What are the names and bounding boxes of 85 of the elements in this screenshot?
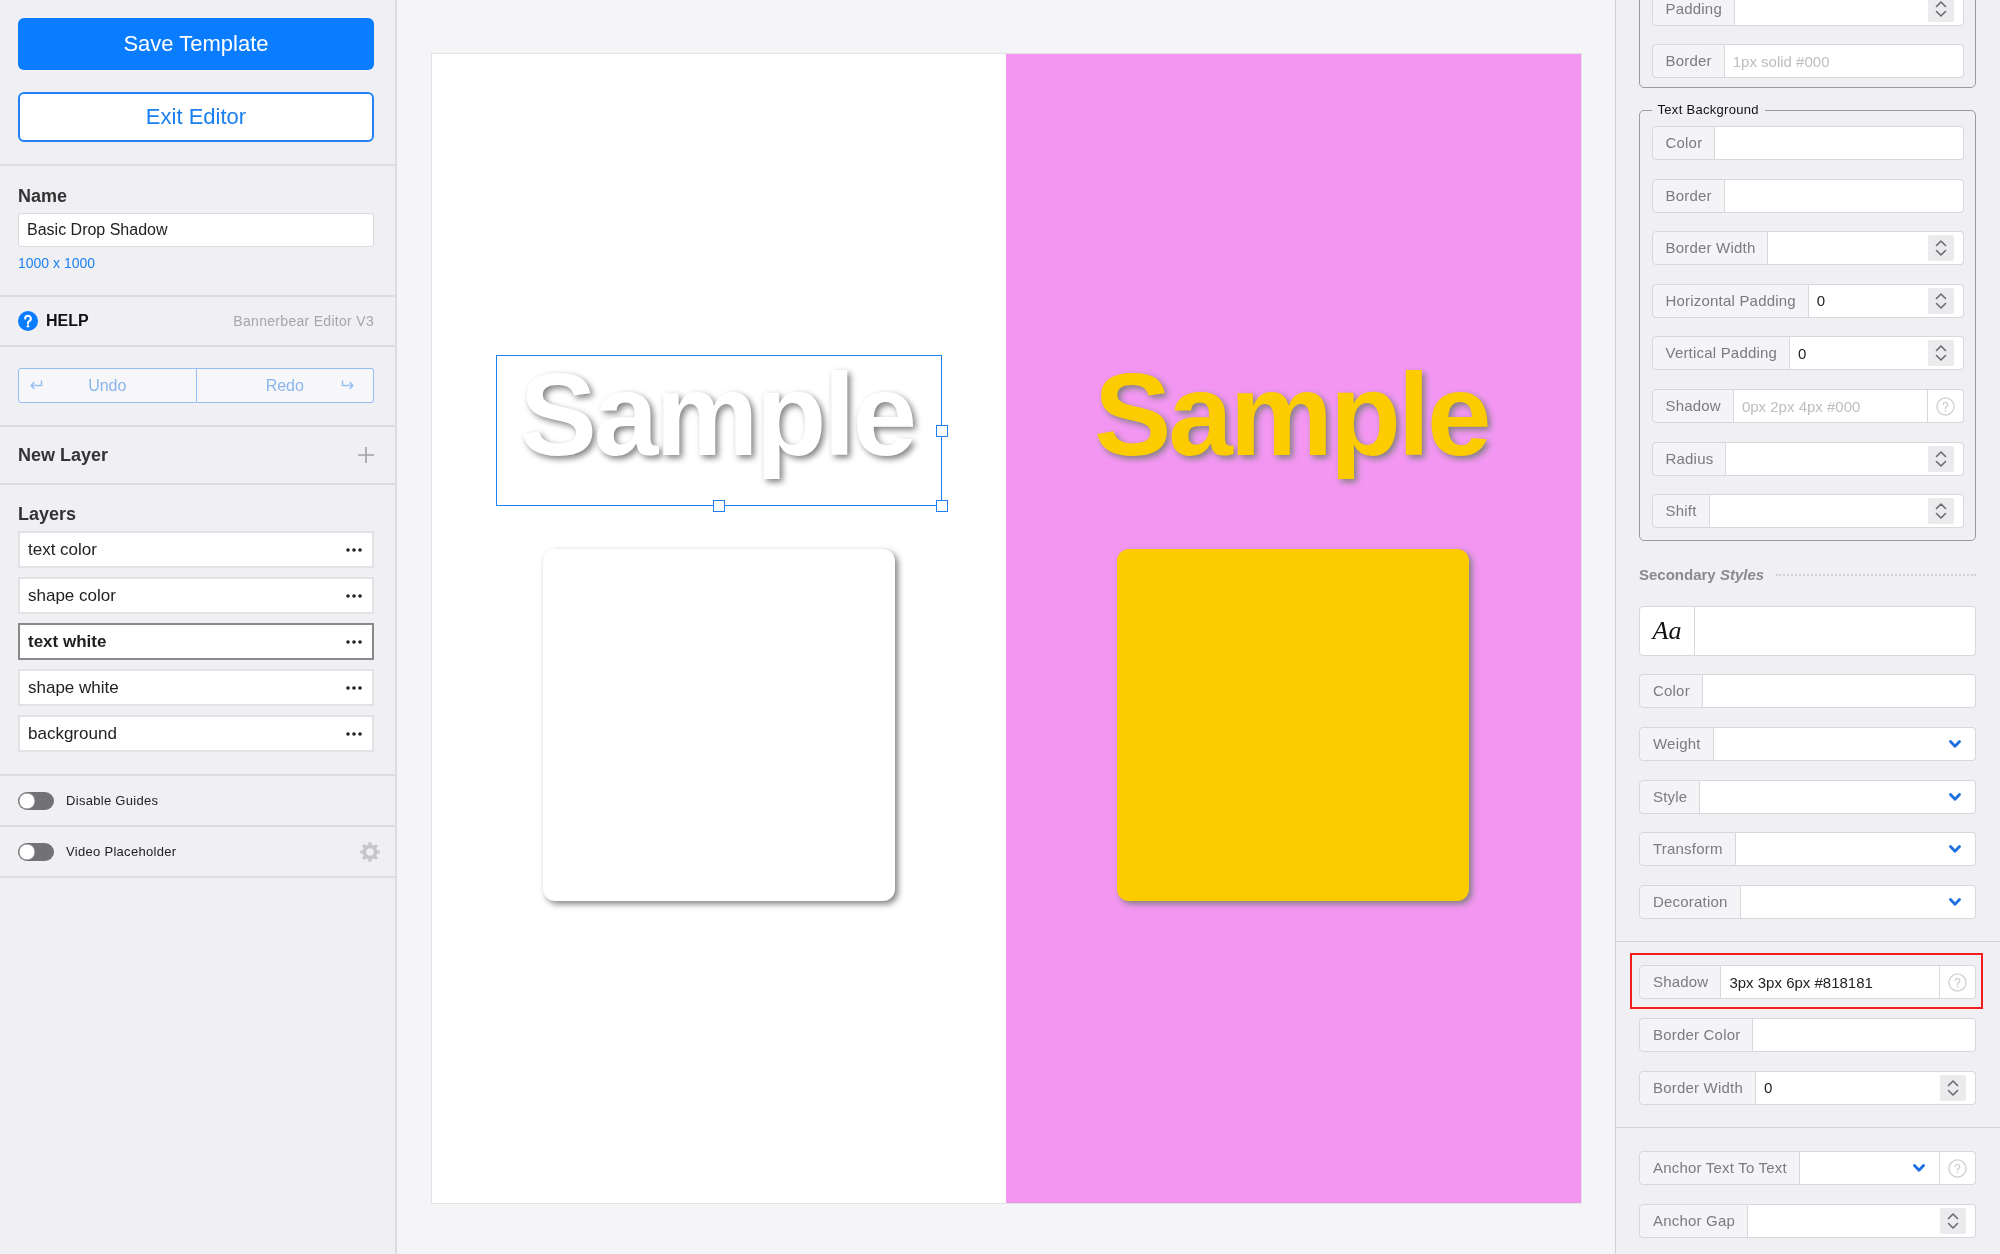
- dropdown[interactable]: [1799, 1151, 1940, 1186]
- text-field[interactable]: [1724, 178, 1964, 213]
- layer-item[interactable]: shape color: [18, 577, 374, 614]
- toggle-label: Video Placeholder: [66, 844, 177, 859]
- section-title: Layers: [18, 503, 78, 525]
- font-select-field[interactable]: [1695, 605, 1976, 656]
- version-label: Bannerbear Editor V3: [233, 313, 374, 329]
- stepper-icon[interactable]: [1927, 235, 1954, 262]
- dropdown[interactable]: [1700, 779, 1976, 814]
- field-label: Shadow: [1639, 965, 1722, 1000]
- more-icon[interactable]: [346, 639, 362, 644]
- text-field[interactable]: 3px 3px 6px #818181: [1721, 965, 1940, 1000]
- plus-icon[interactable]: [358, 447, 374, 463]
- layer-item[interactable]: text white: [18, 623, 374, 660]
- dropdown[interactable]: [1735, 832, 1976, 867]
- undo-icon: [29, 380, 43, 391]
- field-label: Padding: [1651, 0, 1735, 26]
- layer-item[interactable]: background: [18, 715, 374, 752]
- gear-icon[interactable]: [360, 841, 380, 862]
- canvas-text: Sample: [511, 356, 927, 490]
- name-field[interactable]: Basic Drop Shadow: [18, 213, 374, 247]
- text-field[interactable]: 1px solid #000: [1724, 44, 1964, 79]
- field-label: Style: [1639, 779, 1701, 814]
- group-legend: Text Background: [1651, 102, 1765, 119]
- toggle-switch[interactable]: [18, 791, 54, 810]
- exit-editor-button[interactable]: Exit Editor: [18, 92, 374, 142]
- chevron-down-icon: [1949, 792, 1961, 801]
- number-field[interactable]: [1768, 231, 1964, 266]
- more-icon[interactable]: [346, 685, 362, 690]
- chevron-down-icon: [1949, 739, 1961, 748]
- layer-item[interactable]: text color: [18, 531, 374, 568]
- number-field[interactable]: [1726, 441, 1964, 476]
- section-heading: Secondary Styles: [1639, 565, 1765, 584]
- help-link[interactable]: HELP: [46, 312, 89, 330]
- field-label: Horizontal Padding: [1651, 283, 1809, 318]
- text-field[interactable]: [1753, 1017, 1976, 1052]
- stepper-icon[interactable]: [1927, 340, 1954, 367]
- text-field[interactable]: [1702, 674, 1976, 709]
- resize-handle[interactable]: [935, 424, 948, 437]
- resize-handle[interactable]: [935, 500, 948, 512]
- toggle-switch[interactable]: [18, 842, 54, 861]
- font-preview: Aa: [1639, 605, 1695, 656]
- more-icon[interactable]: [346, 593, 362, 598]
- field-label: Weight: [1639, 726, 1714, 761]
- chevron-down-icon: [1949, 845, 1961, 854]
- section-title: Name: [18, 185, 68, 207]
- field-label: Anchor Text To Text: [1639, 1151, 1800, 1186]
- layer-item[interactable]: shape white: [18, 669, 374, 706]
- redo-icon: [341, 380, 355, 391]
- field-label: Border Width: [1639, 1070, 1756, 1105]
- canvas-size: 1000 x 1000: [18, 255, 96, 271]
- field-label: Border Width: [1651, 231, 1769, 266]
- field-label: Shift: [1651, 494, 1710, 529]
- field-label: Border Color: [1639, 1017, 1754, 1052]
- section-title: New Layer: [18, 444, 109, 466]
- stepper-icon[interactable]: [1927, 498, 1954, 525]
- field-label: Decoration: [1639, 884, 1741, 919]
- field-label: Radius: [1651, 441, 1727, 476]
- stepper-icon[interactable]: [1927, 0, 1954, 22]
- field-label: Shadow: [1651, 389, 1734, 424]
- dropdown[interactable]: [1740, 884, 1976, 919]
- field-label: Transform: [1639, 832, 1736, 867]
- toggle-label: Disable Guides: [66, 793, 159, 808]
- field-label: Color: [1651, 126, 1716, 161]
- more-icon[interactable]: [346, 731, 362, 736]
- stepper-icon[interactable]: [1940, 1207, 1966, 1234]
- number-field[interactable]: [1748, 1203, 1976, 1238]
- text-field[interactable]: 0px 2px 4px #000: [1733, 389, 1928, 424]
- more-icon[interactable]: [346, 547, 362, 552]
- field-label: Anchor Gap: [1639, 1203, 1749, 1238]
- save-template-button[interactable]: Save Template: [18, 18, 374, 70]
- chevron-down-icon: [1913, 1164, 1925, 1173]
- canvas-text: Sample: [1092, 356, 1490, 482]
- chevron-down-icon: [1949, 897, 1961, 906]
- field-label: Vertical Padding: [1651, 336, 1791, 371]
- dropdown[interactable]: [1713, 726, 1976, 761]
- resize-handle[interactable]: [712, 500, 725, 512]
- field-label: Border: [1651, 178, 1725, 213]
- number-field[interactable]: [1709, 494, 1964, 529]
- text-field[interactable]: [1715, 126, 1964, 161]
- field-label: Color: [1639, 674, 1703, 709]
- help-icon[interactable]: [18, 311, 38, 331]
- field-label: Border: [1651, 44, 1725, 79]
- stepper-icon[interactable]: [1940, 1074, 1966, 1101]
- number-field[interactable]: 0: [1755, 1070, 1976, 1105]
